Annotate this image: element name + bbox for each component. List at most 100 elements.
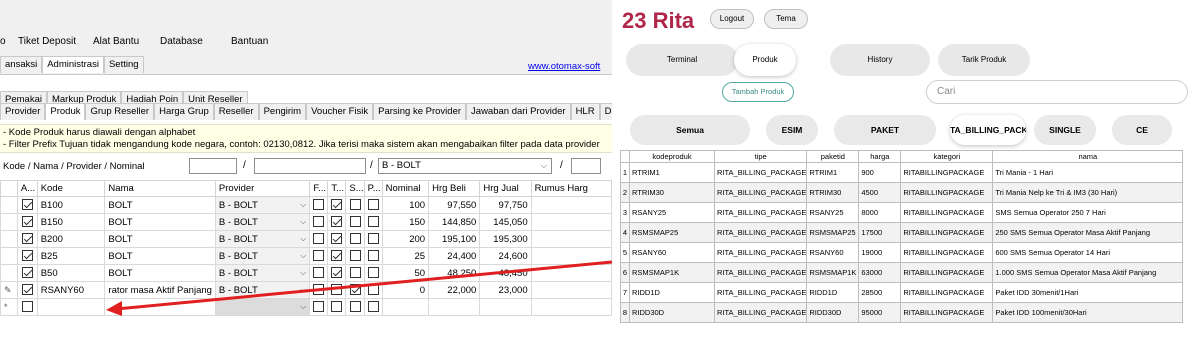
menu-item[interactable]: Alat Bantu — [93, 36, 139, 47]
provider-cell[interactable]: B - BOLT ⌵ — [214, 247, 311, 265]
checkbox[interactable] — [367, 216, 379, 228]
checkbox[interactable] — [313, 267, 325, 279]
checked-checkbox[interactable] — [331, 199, 343, 211]
hrg-beli-cell[interactable]: 195,100 — [428, 230, 481, 248]
table-cell[interactable]: Tri Mania - 1 Hari — [992, 162, 1184, 183]
column-header[interactable]: harga — [858, 150, 902, 163]
tab-produk[interactable]: Produk — [45, 103, 86, 120]
table-row[interactable]: 4 RSMSMAP25 RITA_BILLING_PACKAGE RSMSMAP25 1… — [620, 222, 1184, 243]
rumus-cell[interactable] — [530, 196, 612, 214]
hrg-jual-cell[interactable]: 97,750 — [479, 196, 532, 214]
rumus-cell[interactable] — [530, 247, 612, 265]
hrg-jual-cell[interactable]: 24,600 — [479, 247, 532, 265]
table-cell[interactable]: RTRIM30 — [806, 182, 860, 203]
provider-cell[interactable]: B - BOLT ⌵ — [214, 230, 311, 248]
table-cell[interactable]: Paket IDD 100menit/30Hari — [992, 302, 1184, 323]
menu-item[interactable]: Bantuan — [231, 36, 268, 47]
hrg-beli-cell[interactable]: 24,400 — [428, 247, 481, 265]
checkbox[interactable] — [367, 284, 379, 296]
filter-provider-select[interactable]: B - BOLT ⌵ — [378, 158, 552, 174]
table-cell[interactable]: RITABILLINGPACKAGE — [900, 162, 994, 183]
rumus-cell[interactable] — [530, 213, 612, 231]
table-cell[interactable]: 17500 — [858, 222, 902, 243]
table-row[interactable]: * ⌵ — [0, 298, 612, 316]
table-cell[interactable]: RIDD1D — [806, 282, 860, 303]
rumus-cell[interactable] — [530, 264, 612, 282]
nominal-cell[interactable]: 25 — [381, 247, 430, 265]
hrg-beli-cell[interactable]: 22,000 — [428, 281, 481, 299]
table-cell[interactable]: RITA_BILLING_PACKAGE — [713, 262, 808, 283]
checkbox[interactable] — [367, 199, 379, 211]
menu-item[interactable]: Database — [160, 36, 203, 47]
checkbox[interactable] — [367, 233, 379, 245]
table-cell[interactable]: RTRIM1 — [629, 162, 715, 183]
checkbox[interactable] — [313, 301, 325, 313]
table-cell[interactable]: 250 SMS Semua Operator Masa Aktif Panjan… — [992, 222, 1184, 243]
table-cell[interactable]: RIDD30D — [806, 302, 860, 323]
table-row[interactable]: B200 BOLT B - BOLT ⌵ 200 195,100 195,300 — [0, 230, 612, 248]
checked-checkbox[interactable] — [349, 284, 361, 296]
category-ce[interactable]: CE — [1112, 115, 1172, 145]
checked-checkbox[interactable] — [21, 199, 33, 211]
checkbox[interactable] — [349, 267, 361, 279]
hrg-beli-cell[interactable]: 144,850 — [428, 213, 481, 231]
table-cell[interactable]: RITABILLINGPACKAGE — [900, 302, 994, 323]
theme-button[interactable]: Tema — [764, 9, 808, 29]
provider-cell[interactable]: B - BOLT ⌵ — [214, 213, 311, 231]
filter-kode-input[interactable] — [189, 158, 237, 174]
column-header[interactable]: S... — [345, 180, 365, 197]
column-header[interactable]: Kode — [36, 180, 106, 197]
hrg-jual-cell[interactable]: 23,000 — [479, 281, 532, 299]
tab-hlr[interactable]: HLR — [570, 103, 600, 120]
checkbox[interactable] — [313, 216, 325, 228]
column-header[interactable]: Nama — [104, 180, 216, 197]
column-header[interactable]: kategori — [900, 150, 994, 163]
kode-cell[interactable]: B200 — [36, 230, 106, 248]
kode-cell[interactable]: B100 — [36, 196, 106, 214]
table-cell[interactable]: Paket IDD 30menit/1Hari — [992, 282, 1184, 303]
nama-cell[interactable]: rator masa Aktif Panjang — [104, 281, 216, 299]
table-cell[interactable]: RSMSMAP1K — [629, 262, 715, 283]
menu-item[interactable]: o — [0, 36, 6, 47]
checkbox[interactable] — [21, 301, 33, 313]
column-header[interactable]: P... — [363, 180, 383, 197]
checked-checkbox[interactable] — [21, 233, 33, 245]
table-row[interactable]: 8 RIDD30D RITA_BILLING_PACKAGE RIDD30D 95000… — [620, 302, 1184, 323]
checked-checkbox[interactable] — [331, 250, 343, 262]
category-paket[interactable]: PAKET — [834, 115, 936, 145]
checkbox[interactable] — [349, 301, 361, 313]
checkbox[interactable] — [349, 199, 361, 211]
checkbox[interactable] — [367, 250, 379, 262]
provider-cell[interactable]: B - BOLT ⌵ — [214, 281, 311, 299]
hrg-jual-cell[interactable]: 48,450 — [479, 264, 532, 282]
table-cell[interactable]: RSMSMAP25 — [806, 222, 860, 243]
table-cell[interactable]: RSANY60 — [806, 242, 860, 263]
table-cell[interactable]: RSANY25 — [806, 202, 860, 223]
menu-item[interactable]: Tiket Deposit — [18, 36, 76, 47]
search-input[interactable]: Cari — [926, 80, 1188, 104]
rumus-cell[interactable] — [530, 298, 612, 316]
table-cell[interactable]: RSANY25 — [629, 202, 715, 223]
column-header[interactable]: Hrg Beli — [428, 180, 481, 197]
table-cell[interactable]: 600 SMS Semua Operator 14 Hari — [992, 242, 1184, 263]
table-cell[interactable]: RSMSMAP25 — [629, 222, 715, 243]
checkbox[interactable] — [331, 301, 343, 313]
nav-history[interactable]: History — [830, 44, 930, 76]
hrg-jual-cell[interactable]: 195,300 — [479, 230, 532, 248]
nama-cell[interactable]: BOLT — [104, 196, 216, 214]
column-header[interactable]: T... — [327, 180, 347, 197]
table-cell[interactable]: RITABILLINGPACKAGE — [900, 182, 994, 203]
rumus-cell[interactable] — [530, 230, 612, 248]
category-ta-billing-packa[interactable]: TA_BILLING_PACKA — [950, 115, 1026, 145]
column-header[interactable]: Nominal — [381, 180, 430, 197]
table-cell[interactable]: 19000 — [858, 242, 902, 263]
checkbox[interactable] — [349, 233, 361, 245]
checkbox[interactable] — [313, 284, 325, 296]
table-cell[interactable]: Tri Mania Nelp ke Tri & IM3 (30 Hari) — [992, 182, 1184, 203]
provider-cell[interactable]: B - BOLT ⌵ — [214, 196, 311, 214]
nominal-cell[interactable]: 50 — [381, 264, 430, 282]
table-cell[interactable]: RITA_BILLING_PACKAGE — [713, 162, 808, 183]
checked-checkbox[interactable] — [21, 284, 33, 296]
table-row[interactable]: 5 RSANY60 RITA_BILLING_PACKAGE RSANY60 19000… — [620, 242, 1184, 263]
table-cell[interactable]: RITA_BILLING_PACKAGE — [713, 282, 808, 303]
